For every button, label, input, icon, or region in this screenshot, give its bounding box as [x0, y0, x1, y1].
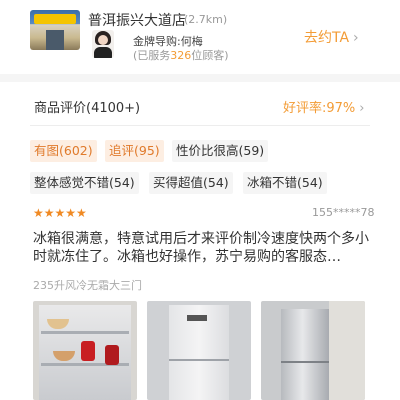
tag-great-deal[interactable]: 买得超值(54)	[149, 172, 233, 194]
review-photo-3[interactable]	[261, 301, 365, 400]
served-number: 326	[170, 49, 192, 62]
tag-with-photos[interactable]: 有图(602)	[30, 140, 97, 162]
chevron-right-icon: ›	[353, 30, 359, 46]
store-card[interactable]: 普洱振兴大道店 (2.7km) 金牌导购:何梅 (已服务326位顾客) 去约TA…	[0, 0, 400, 74]
tag-overall-good[interactable]: 整体感觉不错(54)	[30, 172, 139, 194]
star-rating: ★★★★★	[33, 206, 87, 220]
review-photo-1[interactable]	[33, 301, 137, 400]
header-divider	[30, 125, 370, 126]
store-photo[interactable]	[30, 10, 80, 50]
served-prefix: (已服务	[133, 49, 171, 62]
tag-value[interactable]: 性价比很高(59)	[172, 140, 269, 162]
tag-fridge-good[interactable]: 冰箱不错(54)	[243, 172, 327, 194]
review-section-title[interactable]: 商品评价(4100+)	[34, 97, 140, 116]
section-divider	[0, 74, 400, 82]
reviewer-id: 155*****78	[312, 206, 375, 219]
store-sign	[34, 14, 76, 24]
served-count: (已服务326位顾客)	[133, 47, 229, 63]
chevron-right-icon: ›	[359, 101, 365, 116]
product-spec: 235升风冷无霜大三门	[33, 279, 142, 292]
review-photo-2[interactable]	[147, 301, 251, 400]
book-guide-link[interactable]: 去约TA ›	[304, 27, 359, 47]
good-rate-link[interactable]: 好评率:97% ›	[283, 97, 364, 116]
store-door	[46, 30, 64, 50]
good-rate-label: 好评率:97%	[283, 101, 356, 116]
book-guide-label: 去约TA	[304, 30, 350, 46]
tag-follow-up[interactable]: 追评(95)	[105, 140, 164, 162]
served-suffix: 位顾客)	[191, 49, 229, 62]
store-distance: (2.7km)	[184, 13, 228, 26]
review-text[interactable]: 冰箱很满意，特意试用后才来评价制冷速度快两个多小时就冻住了。冰箱也好操作，苏宁易…	[33, 230, 377, 266]
store-name: 普洱振兴大道店	[88, 13, 186, 29]
guide-avatar-icon[interactable]	[92, 30, 114, 58]
